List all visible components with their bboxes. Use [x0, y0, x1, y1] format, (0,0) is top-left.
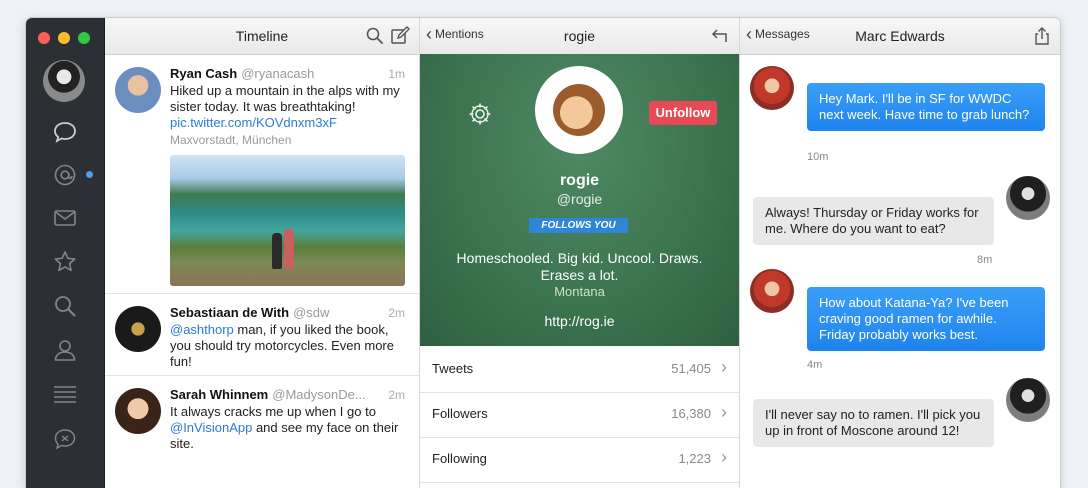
- stat-label: Tweets: [432, 361, 474, 376]
- mentions-nav-icon[interactable]: [50, 160, 80, 190]
- tweet-author-handle[interactable]: @sdw: [293, 305, 329, 320]
- account-avatar[interactable]: [43, 60, 85, 102]
- tweet-author: Sebastiaan de With @sdw: [170, 305, 329, 320]
- tweet-text: It always cracks me up when I go to @InV…: [170, 404, 406, 452]
- stat-label: Following: [432, 451, 487, 466]
- profile-url[interactable]: http://rog.ie: [420, 313, 739, 329]
- tweet-text: Hiked up a mountain in the alps with my …: [170, 83, 400, 114]
- message-time: 8m: [977, 254, 993, 266]
- stat-row-followers[interactable]: Followers 16,380 ›: [420, 392, 739, 438]
- messages-header: ‹ Messages Marc Edwards: [740, 18, 1060, 55]
- timeline-header: Timeline: [105, 18, 419, 55]
- tweet-avatar[interactable]: [115, 67, 161, 113]
- stat-label: Followers: [432, 406, 488, 421]
- compose-icon[interactable]: [390, 26, 410, 46]
- timeline-nav-icon[interactable]: [50, 117, 80, 147]
- tweet-avatar[interactable]: [115, 306, 161, 352]
- photo-person-1: [272, 233, 282, 269]
- tweet-mention[interactable]: @InVisionApp: [170, 420, 252, 435]
- favorites-nav-icon[interactable]: [50, 247, 80, 277]
- profile-location: Montana: [554, 284, 605, 299]
- sidebar: [26, 18, 105, 488]
- tweet-link[interactable]: pic.twitter.com/KOVdnxm3xF: [170, 115, 406, 131]
- tweet-time: 2m: [388, 388, 405, 402]
- chat-nav-icon[interactable]: [50, 424, 80, 454]
- tweet-time: 1m: [388, 67, 405, 81]
- profile-name: rogie: [559, 172, 600, 189]
- my-avatar[interactable]: [1006, 176, 1050, 220]
- profile-column: ‹ Mentions rogie Unfollow rogie @rogie FO…: [420, 18, 740, 488]
- tweet-author-handle[interactable]: @ryanacash: [241, 66, 314, 81]
- messages-nav-icon[interactable]: [50, 203, 80, 233]
- minimize-window-button[interactable]: [58, 32, 70, 44]
- app-window: Timeline Ryan Cash @ryanacash 1m Hiked up…: [26, 18, 1060, 488]
- tweet-mention[interactable]: @ashthorp: [170, 322, 234, 337]
- sender-avatar[interactable]: [750, 66, 794, 110]
- conversation-title: Marc Edwards: [855, 28, 945, 44]
- messages-column: ‹ Messages Marc Edwards Hey Mark. I'll be…: [740, 18, 1060, 488]
- tweet-item[interactable]: Ryan Cash @ryanacash 1m Hiked up a mounta…: [105, 55, 419, 294]
- profile-header: ‹ Mentions rogie: [420, 18, 739, 55]
- tweet-location[interactable]: Maxvorstadt, München: [170, 133, 291, 147]
- tweet-author: Ryan Cash @ryanacash: [170, 66, 314, 81]
- follows-you-badge: FOLLOWS YOU: [529, 218, 628, 233]
- profile-bio: Homeschooled. Big kid. Uncool. Draws. Er…: [456, 250, 703, 283]
- chevron-right-icon: ›: [721, 357, 727, 377]
- stat-row-following[interactable]: Following 1,223 ›: [420, 437, 739, 483]
- sender-avatar[interactable]: [750, 269, 794, 313]
- chevron-right-icon: ›: [721, 447, 727, 467]
- my-avatar[interactable]: [1006, 378, 1050, 422]
- tweet-author-name[interactable]: Sarah Whinnem: [170, 387, 268, 402]
- search-icon[interactable]: [365, 26, 385, 46]
- stat-value: 16,380: [671, 406, 711, 421]
- stat-value: 51,405: [671, 361, 711, 376]
- tweet-text: @ashthorp man, if you liked the book, yo…: [170, 322, 406, 370]
- message-time: 4m: [807, 359, 823, 371]
- tweet-author-name[interactable]: Ryan Cash: [170, 66, 237, 81]
- stat-value: 1,223: [678, 451, 711, 466]
- message-bubble-outgoing[interactable]: Always! Thursday or Friday works for me.…: [753, 197, 994, 245]
- profile-handle: @rogie: [556, 191, 603, 207]
- message-time: 10m: [807, 151, 829, 163]
- tweet-time: 2m: [388, 306, 405, 320]
- reply-icon[interactable]: [709, 26, 729, 46]
- tweet-photo[interactable]: [170, 155, 405, 286]
- tweet-avatar[interactable]: [115, 388, 161, 434]
- message-bubble-outgoing[interactable]: I'll never say no to ramen. I'll pick yo…: [753, 399, 994, 447]
- profile-hero: Unfollow rogie @rogie FOLLOWS YOU Homesc…: [420, 54, 739, 346]
- chevron-right-icon: ›: [721, 402, 727, 422]
- tweet-author: Sarah Whinnem @MadysonDe...: [170, 387, 366, 402]
- unfollow-button[interactable]: Unfollow: [649, 101, 717, 125]
- message-bubble-incoming[interactable]: How about Katana-Ya? I've been craving g…: [807, 287, 1045, 351]
- tweet-author-handle[interactable]: @MadysonDe...: [272, 387, 365, 402]
- lists-nav-icon[interactable]: [50, 379, 80, 409]
- close-window-button[interactable]: [38, 32, 50, 44]
- zoom-window-button[interactable]: [78, 32, 90, 44]
- profile-avatar[interactable]: [535, 66, 623, 154]
- tweet-author-name[interactable]: Sebastiaan de With: [170, 305, 289, 320]
- tweet-body: It always cracks me up when I go to: [170, 404, 376, 419]
- timeline-column: Timeline Ryan Cash @ryanacash 1m Hiked up…: [105, 18, 420, 488]
- stat-row-tweets[interactable]: Tweets 51,405 ›: [420, 347, 739, 393]
- tweet-item[interactable]: Sarah Whinnem @MadysonDe... 2m It always …: [105, 376, 419, 488]
- photo-person-2: [284, 229, 294, 269]
- profile-nav-icon[interactable]: [50, 335, 80, 365]
- share-icon[interactable]: [1032, 26, 1052, 46]
- search-nav-icon[interactable]: [50, 291, 80, 321]
- tweet-item[interactable]: Sebastiaan de With @sdw 2m @ashthorp man,…: [105, 294, 419, 376]
- gear-icon[interactable]: [467, 101, 493, 127]
- profile-avatar-image: [553, 84, 605, 136]
- unread-indicator: [86, 171, 93, 178]
- message-bubble-incoming[interactable]: Hey Mark. I'll be in SF for WWDC next we…: [807, 83, 1045, 131]
- profile-title: rogie: [563, 28, 596, 44]
